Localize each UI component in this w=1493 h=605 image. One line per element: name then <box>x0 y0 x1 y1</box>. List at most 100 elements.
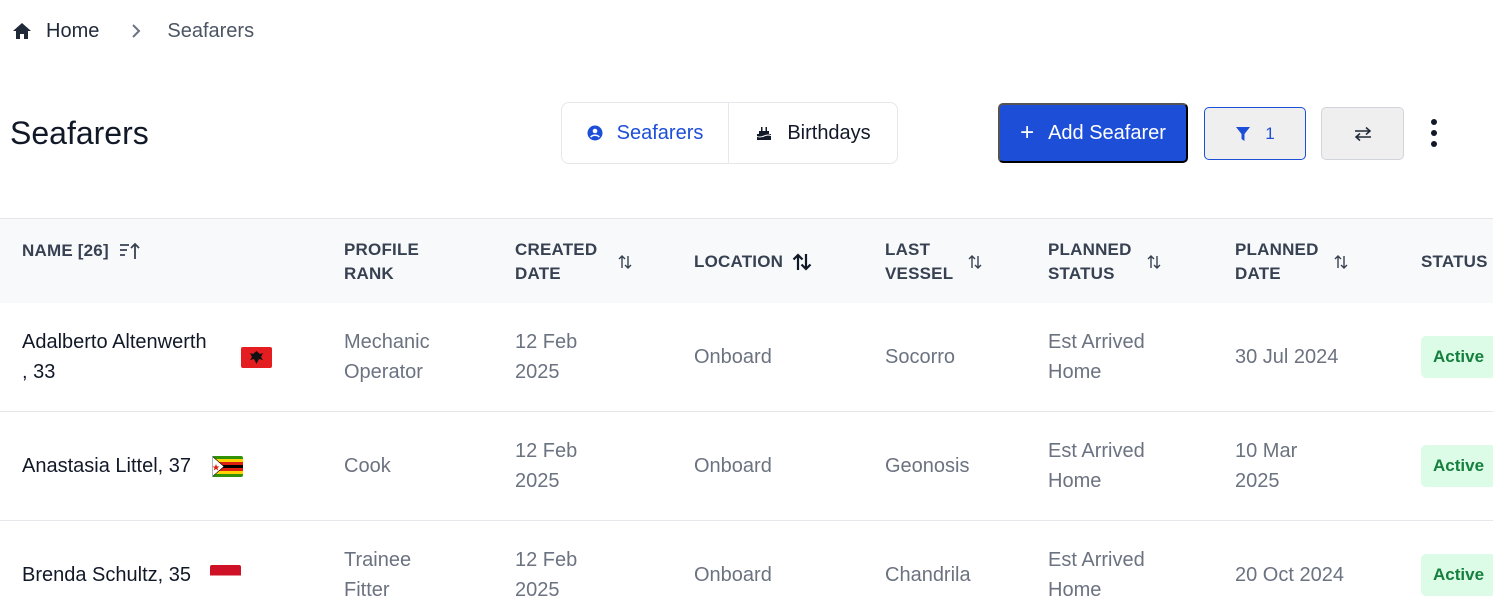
name-line: Adalberto Altenwerth <box>22 331 207 353</box>
column-header-label: LAST VESSEL <box>885 238 953 286</box>
date-line: 2025 <box>515 361 560 383</box>
zimbabwe-flag-icon <box>212 456 243 477</box>
last-vessel: Socorro <box>885 346 956 368</box>
albania-flag-icon <box>241 347 272 368</box>
planned-status: Est Arrived Home <box>1048 303 1145 411</box>
swap-arrows-icon <box>1354 126 1371 141</box>
label-line: PLANNED <box>1235 239 1319 259</box>
seafarer-name[interactable]: Anastasia Littel, 37 <box>22 412 191 520</box>
tab-birthdays[interactable]: Birthdays <box>729 103 897 163</box>
breadcrumb: Home Seafarers <box>12 18 254 44</box>
planned-date: 10 Mar 2025 <box>1235 412 1297 520</box>
sort-icon[interactable] <box>1333 254 1349 270</box>
location: Onboard <box>694 346 772 368</box>
indonesia-flag-icon <box>210 565 241 586</box>
date-line: 2025 <box>515 470 560 492</box>
home-icon[interactable] <box>12 21 32 41</box>
name-text: Adalberto Altenwerth , 33 <box>22 327 207 387</box>
label-line: LAST <box>885 239 931 259</box>
filter-button[interactable]: 1 <box>1204 107 1306 160</box>
profile-rank: Cook <box>344 455 391 477</box>
location: Onboard <box>694 455 772 477</box>
label-line: RANK <box>344 263 394 283</box>
seafarer-name[interactable]: Brenda Schultz, 35 <box>22 521 191 605</box>
name-line: , 33 <box>22 361 56 383</box>
label-line: STATUS <box>1048 263 1115 283</box>
date-line: 10 Mar <box>1235 440 1298 462</box>
sort-ascending-icon[interactable] <box>119 242 141 260</box>
table-row[interactable]: Anastasia Littel, 37 Cook 12 Feb 2025 Onb… <box>0 412 1493 521</box>
label-line: PLANNED <box>1048 239 1132 259</box>
profile-rank: Mechanic Operator <box>344 303 430 411</box>
label-line: DATE <box>1235 263 1281 283</box>
plus-icon: + <box>1020 119 1035 146</box>
sort-icon[interactable] <box>617 254 633 270</box>
table-header: NAME [26] PROFILE RANK CREATED DATE LOCATI… <box>0 218 1493 303</box>
breadcrumb-current: Seafarers <box>167 19 255 42</box>
user-circle-icon <box>587 125 603 141</box>
status-badge: Active <box>1421 336 1493 378</box>
seafarer-name[interactable]: Adalberto Altenwerth , 33 <box>22 303 207 411</box>
filter-count: 1 <box>1265 123 1275 143</box>
add-seafarer-label: Add Seafarer <box>1048 121 1166 144</box>
column-header-label: STATUS <box>1421 251 1488 271</box>
column-header-label: PROFILE RANK <box>344 238 419 286</box>
more-vertical-icon[interactable] <box>1422 115 1446 151</box>
tab-seafarers-label: Seafarers <box>616 121 704 144</box>
status-badge: Active <box>1421 554 1493 596</box>
label-line: VESSEL <box>885 263 954 283</box>
created-date: 12 Feb 2025 <box>515 521 577 605</box>
column-header-profile-rank[interactable]: PROFILE RANK <box>344 219 419 304</box>
date-line: 2025 <box>515 579 560 601</box>
name-text: Brenda Schultz, 35 <box>22 564 191 586</box>
column-header-name[interactable]: NAME [26] <box>22 208 141 293</box>
sort-icon[interactable] <box>967 254 983 270</box>
tab-birthdays-label: Birthdays <box>787 121 871 144</box>
sort-icon-bold[interactable] <box>791 252 813 272</box>
name-text: Anastasia Littel, 37 <box>22 455 191 477</box>
column-header-planned-status[interactable]: PLANNED STATUS <box>1048 219 1162 304</box>
table-row[interactable]: Brenda Schultz, 35 Trainee Fitter 12 Feb 2… <box>0 521 1493 605</box>
tab-seafarers[interactable]: Seafarers <box>562 103 729 163</box>
status-line: Est Arrived <box>1048 440 1145 462</box>
rank-line: Mechanic <box>344 331 430 353</box>
created-date: 12 Feb 2025 <box>515 412 577 520</box>
column-header-label: PLANNED DATE <box>1235 238 1319 286</box>
column-header-status[interactable]: STATUS <box>1421 219 1488 304</box>
status-cell: Active <box>1421 303 1493 411</box>
status-line: Home <box>1048 361 1102 383</box>
planned-status: Est Arrived Home <box>1048 412 1145 520</box>
label-line: CREATED <box>515 239 598 259</box>
column-header-label: NAME [26] <box>22 240 109 260</box>
filter-icon <box>1236 126 1251 141</box>
date-line: 2025 <box>1235 470 1280 492</box>
planned-date: 20 Oct 2024 <box>1235 564 1344 586</box>
birthday-cake-icon <box>756 127 773 140</box>
label-line: DATE <box>515 263 561 283</box>
sort-icon[interactable] <box>1146 254 1162 270</box>
page-title: Seafarers <box>10 115 149 151</box>
table-row[interactable]: Adalberto Altenwerth , 33 Mechanic Operato… <box>0 303 1493 412</box>
status-line: Est Arrived <box>1048 549 1145 571</box>
column-header-last-vessel[interactable]: LAST VESSEL <box>885 219 983 304</box>
view-toggle: Seafarers Birthdays <box>561 102 898 164</box>
column-header-created-date[interactable]: CREATED DATE <box>515 219 633 304</box>
status-line: Home <box>1048 470 1102 492</box>
last-vessel: Chandrila <box>885 564 971 586</box>
date-line: 12 Feb <box>515 440 578 462</box>
column-header-label: LOCATION <box>694 251 784 271</box>
chevron-right-icon <box>132 24 141 38</box>
add-seafarer-button[interactable]: + Add Seafarer <box>998 103 1188 163</box>
last-vessel: Geonosis <box>885 455 970 477</box>
location: Onboard <box>694 564 772 586</box>
column-header-planned-date[interactable]: PLANNED DATE <box>1235 219 1349 304</box>
swap-button[interactable] <box>1321 107 1404 160</box>
label-line: PROFILE <box>344 239 420 259</box>
planned-status: Est Arrived Home <box>1048 521 1145 605</box>
status-badge: Active <box>1421 445 1493 487</box>
column-header-label: CREATED DATE <box>515 238 597 286</box>
column-header-location[interactable]: LOCATION <box>694 219 813 304</box>
rank-line: Fitter <box>344 579 390 601</box>
rank-line: Trainee <box>344 549 412 571</box>
breadcrumb-home-link[interactable]: Home <box>46 20 99 43</box>
